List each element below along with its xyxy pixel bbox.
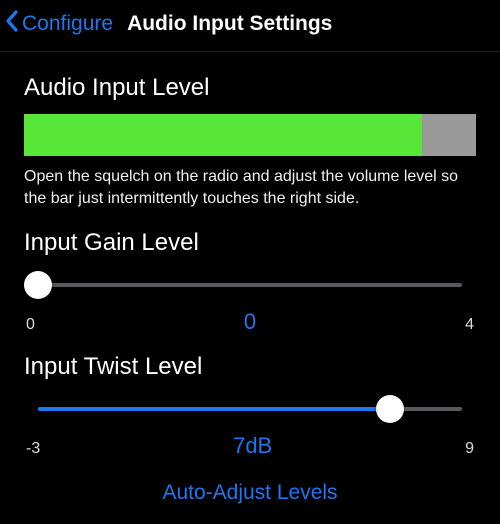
audio-input-level-label: Audio Input Level [24,74,476,102]
input-gain-slider[interactable] [24,271,476,299]
auto-adjust-levels-button[interactable]: Auto-Adjust Levels [24,481,476,505]
chevron-left-icon [4,9,22,39]
input-gain-section: Input Gain Level 0 0 4 [24,229,476,335]
input-gain-value: 0 [244,309,256,335]
input-twist-max: 9 [465,440,474,458]
audio-input-level-fill [24,114,422,156]
slider-thumb[interactable] [24,271,52,299]
input-twist-label: Input Twist Level [24,353,476,381]
audio-input-level-meter [24,114,476,156]
back-button[interactable]: Configure [4,7,119,41]
audio-input-level-section: Audio Input Level Open the squelch on th… [24,74,476,209]
input-gain-min: 0 [26,316,35,334]
audio-input-level-help: Open the squelch on the radio and adjust… [24,166,476,209]
back-label: Configure [22,12,113,36]
input-twist-slider[interactable] [24,395,476,423]
content: Audio Input Level Open the squelch on th… [0,52,500,505]
input-gain-label: Input Gain Level [24,229,476,257]
slider-thumb[interactable] [376,395,404,423]
input-twist-section: Input Twist Level -3 7dB 9 [24,353,476,459]
slider-track-bg [38,283,462,287]
input-twist-min: -3 [26,440,40,458]
input-gain-scale: 0 0 4 [24,309,476,335]
nav-header: Configure Audio Input Settings [0,0,500,52]
page-title: Audio Input Settings [127,12,332,36]
input-twist-scale: -3 7dB 9 [24,433,476,459]
input-gain-max: 4 [465,316,474,334]
input-twist-value: 7dB [233,433,272,459]
slider-track-fill [38,407,390,411]
